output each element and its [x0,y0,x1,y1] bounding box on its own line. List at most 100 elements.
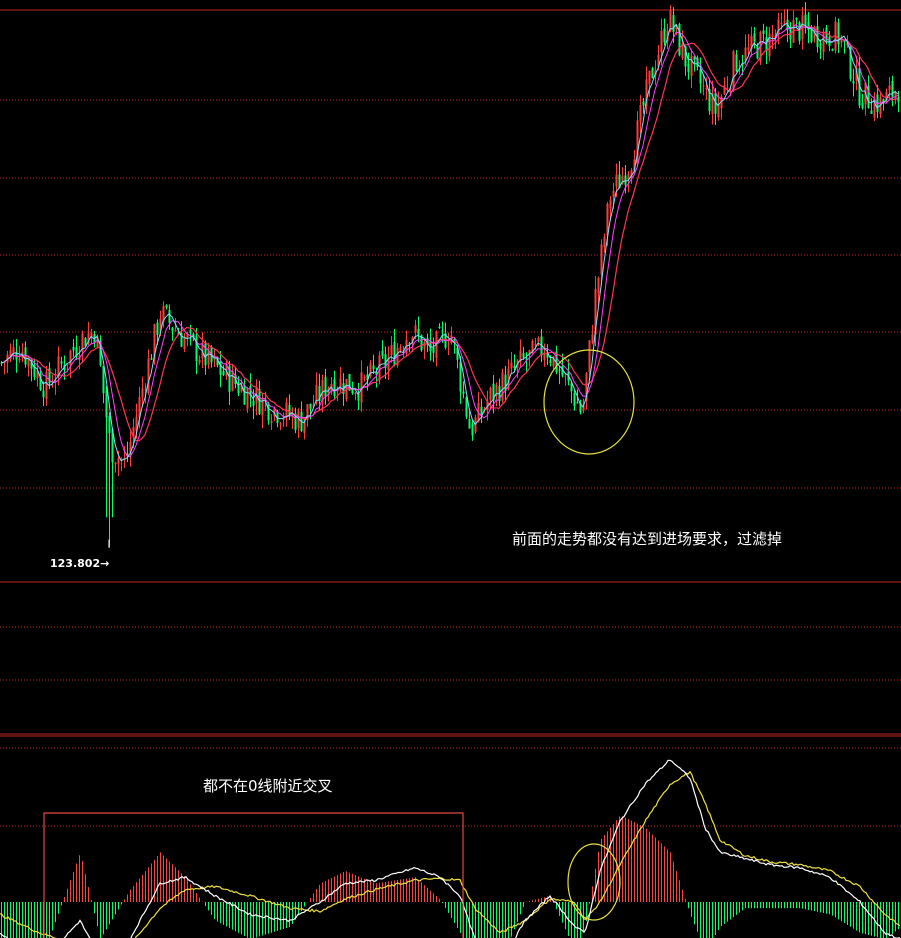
candle-up [615,174,618,187]
candle-up [198,359,201,363]
candle-down [156,322,159,336]
candle-up [279,423,282,425]
candle-down [480,406,483,415]
candle-up [669,10,672,32]
candle-down [108,416,111,433]
candle-down [42,390,45,398]
candle-up [783,21,786,23]
candle-down [513,365,516,369]
candle-up [489,387,492,400]
candle-up [114,462,117,465]
candle-up [501,372,504,401]
candle-up [747,47,750,51]
candle-up [702,85,705,87]
main-annotation: 前面的走势都没有达到进场要求，过滤掉 [512,530,783,548]
candle-up [141,388,144,398]
candle-down [105,390,108,418]
candle-down [897,96,900,102]
candle-up [612,190,615,197]
candle-up [399,347,402,351]
candle-down [798,22,801,41]
candle-up [246,387,249,409]
candle-down [558,369,561,371]
candle-down [189,330,192,333]
candle-up [183,337,186,349]
ma-fast-line [0,22,899,462]
candle-down [624,175,627,185]
candle-down [870,110,873,114]
candle-down [522,352,525,358]
candle-down [204,342,207,366]
candle-down [678,24,681,56]
ma-slow-line [0,26,899,442]
candle-up [231,371,234,391]
candle-up [726,87,729,89]
candle-up [414,325,417,333]
candle-down [819,43,822,49]
candle-down [468,418,471,429]
candle-down [267,403,270,421]
candle-down [438,326,441,329]
candle-down [168,309,171,323]
candle-up [282,418,285,421]
candle-up [648,70,651,84]
candle-up [822,31,825,53]
candle-up [588,340,591,373]
macd-dea-line [0,770,901,938]
candle-down [810,28,813,42]
candle-up [390,345,393,355]
candle-up [660,30,663,53]
grid-lines [0,9,901,827]
candle-up [315,384,318,403]
candle-up [537,337,540,342]
candle-down [672,15,675,33]
candle-up [543,353,546,361]
candle-up [117,458,120,464]
low-price-label: 123.802→ [50,557,110,570]
candle-up [378,355,381,381]
highlight-overlays [43,349,635,938]
candle-down [762,30,765,34]
candle-down [843,40,846,42]
candle-down [333,379,336,397]
chart-canvas [0,2,901,938]
candle-up [768,33,771,57]
candle-down [393,342,396,366]
candle-down [222,371,225,376]
candle-up [510,362,513,369]
candle-down [807,21,810,31]
candle-down [459,361,462,392]
candle-up [705,87,708,90]
candle-up [363,376,366,378]
candle-down [171,327,174,331]
candle-down [795,17,798,20]
candle-up [447,343,450,345]
candle-down [573,392,576,407]
candle-up [780,22,783,25]
candle-down [372,365,375,370]
candle-down [417,328,420,336]
candlesticks [0,2,900,548]
macd-annotation: 都不在0线附近交叉 [203,777,333,795]
ma-mid-line [0,23,899,458]
candle-down [252,400,255,406]
candle-down [351,389,354,394]
candle-down [462,391,465,394]
candle-up [603,236,606,248]
candle-down [576,402,579,404]
candle-down [687,63,690,73]
moving-averages [0,22,899,462]
candle-up [771,34,774,37]
candle-up [591,334,594,343]
candle-down [441,330,444,332]
candle-down [642,101,645,106]
candle-down [465,397,468,417]
candle-up [12,347,15,354]
candle-down [753,33,756,42]
candle-up [888,85,891,91]
candle-down [663,28,666,43]
candle-down [804,14,807,27]
candle-down [651,68,654,79]
candle-down [852,81,855,84]
candle-down [324,376,327,397]
